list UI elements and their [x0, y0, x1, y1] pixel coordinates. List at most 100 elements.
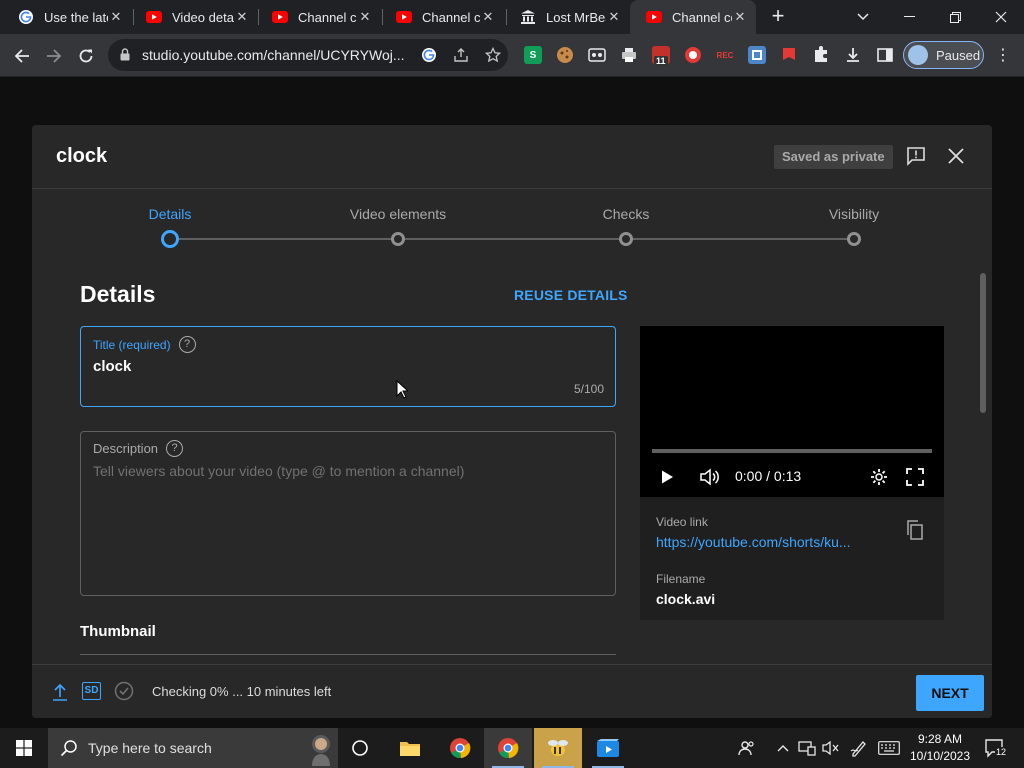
address-bar[interactable]: studio.youtube.com/channel/UCYRYWoj...	[108, 39, 508, 71]
blue-extension-icon[interactable]	[748, 46, 766, 64]
taskbar-search-input[interactable]: Type here to search	[48, 728, 338, 768]
tab-channel-2[interactable]: Channel cu ✕	[380, 0, 504, 34]
avatar	[908, 45, 928, 65]
forward-arrow-icon[interactable]	[41, 43, 67, 69]
tab-search-chevron-icon[interactable]	[840, 0, 886, 34]
windows-taskbar: Type here to search 9:28 AM 10/10/2023 1…	[0, 728, 1024, 768]
play-icon[interactable]	[659, 469, 675, 485]
download-icon[interactable]	[844, 46, 862, 64]
description-field[interactable]: Description ? Tell viewers about your vi…	[80, 431, 616, 596]
side-panel-icon[interactable]	[876, 46, 894, 64]
extension-s-icon[interactable]: S	[524, 46, 542, 64]
close-icon[interactable]	[946, 146, 966, 166]
google-g-icon	[18, 9, 34, 25]
reuse-details-button[interactable]: REUSE DETAILS	[514, 287, 628, 303]
window-minimize-icon[interactable]	[886, 0, 932, 34]
title-char-counter: 5/100	[573, 382, 604, 396]
upload-dialog: clock Saved as private Details Video ele…	[32, 125, 992, 718]
step-checks[interactable]: Checks	[603, 206, 650, 222]
window-close-icon[interactable]	[978, 0, 1024, 34]
pen-icon[interactable]	[850, 738, 868, 758]
profile-paused-button[interactable]: Paused	[903, 41, 984, 69]
tab-close-icon[interactable]: ✕	[480, 9, 496, 25]
tab-title: Use the latest	[44, 9, 108, 25]
tab-lost-mrbeast[interactable]: Lost MrBea ✕	[504, 0, 630, 34]
task-view-icon[interactable]	[336, 728, 384, 768]
description-label-text: Description	[93, 441, 159, 456]
tab-channel-1[interactable]: Channel cu ✕	[256, 0, 381, 34]
printer-extension-icon[interactable]	[620, 46, 638, 64]
details-scroll-area[interactable]: Details REUSE DETAILS Title (required) ?…	[32, 261, 992, 664]
scrollbar[interactable]	[980, 273, 986, 413]
share-icon[interactable]	[452, 46, 470, 64]
description-input[interactable]: Tell viewers about your video (type @ to…	[93, 463, 464, 479]
tab-video-details[interactable]: Video details ✕	[130, 0, 258, 34]
step-dot-details[interactable]	[161, 230, 179, 248]
windows-start-icon[interactable]	[16, 740, 32, 756]
step-dot-video-elements[interactable]	[391, 232, 405, 246]
volume-muted-icon[interactable]	[822, 738, 840, 758]
tab-title: Channel co	[672, 9, 732, 25]
cookie-extension-icon[interactable]	[556, 46, 574, 64]
chrome-active-icon[interactable]	[484, 728, 532, 768]
gear-icon[interactable]	[870, 468, 888, 486]
bee-app-icon[interactable]	[534, 728, 582, 768]
video-editor-icon[interactable]	[584, 728, 632, 768]
search-highlight-illustration-icon	[312, 735, 330, 766]
people-icon[interactable]	[738, 738, 756, 758]
tab-close-icon[interactable]: ✕	[108, 9, 124, 25]
next-button[interactable]: NEXT	[916, 675, 984, 711]
video-progress-bar[interactable]	[652, 449, 932, 453]
fullscreen-icon[interactable]	[906, 468, 924, 486]
url-text: studio.youtube.com/channel/UCYRYWoj...	[142, 47, 404, 63]
chrome-menu-icon[interactable]: ⋮	[995, 46, 1011, 66]
volume-icon[interactable]	[699, 468, 719, 486]
tab-close-icon[interactable]: ✕	[732, 9, 748, 25]
step-visibility[interactable]: Visibility	[829, 206, 879, 222]
google-lens-icon[interactable]	[420, 46, 438, 64]
tab-google[interactable]: Use the latest ✕	[2, 0, 132, 34]
help-icon[interactable]: ?	[166, 440, 184, 457]
rec-extension-icon[interactable]: REC	[716, 46, 734, 64]
search-icon	[60, 740, 77, 757]
search-placeholder: Type here to search	[88, 740, 212, 756]
notification-icon[interactable]: 12	[984, 738, 1008, 758]
tab-close-icon[interactable]: ✕	[234, 9, 250, 25]
tray-chevron-up-icon[interactable]	[774, 738, 792, 758]
title-field[interactable]: Title (required) ? clock 5/100	[80, 326, 616, 407]
taskbar-clock[interactable]: 9:28 AM 10/10/2023	[902, 731, 978, 765]
step-dot-checks[interactable]	[619, 232, 633, 246]
record-extension-icon[interactable]	[684, 46, 702, 64]
network-icon[interactable]	[798, 738, 816, 758]
reload-icon[interactable]	[73, 43, 99, 69]
back-arrow-icon[interactable]	[9, 43, 35, 69]
video-player[interactable]: 0:00 / 0:13	[640, 326, 944, 497]
keyboard-icon[interactable]	[878, 738, 900, 758]
description-field-label: Description ?	[93, 440, 184, 457]
tab-title: Lost MrBea	[546, 9, 606, 25]
video-link[interactable]: https://youtube.com/shorts/ku...	[656, 534, 876, 550]
chrome-icon[interactable]	[436, 728, 484, 768]
new-tab-plus-icon[interactable]: +	[766, 5, 790, 29]
window-restore-icon[interactable]	[932, 0, 978, 34]
title-input[interactable]: clock	[93, 358, 131, 375]
feedback-icon[interactable]	[906, 146, 926, 166]
youtube-extension-icon[interactable]	[780, 46, 798, 64]
tab-channel-content-active[interactable]: Channel co ✕	[630, 0, 756, 34]
copy-icon[interactable]	[906, 520, 924, 540]
red-extension-icon[interactable]: 11	[652, 46, 670, 66]
tab-close-icon[interactable]: ✕	[606, 9, 622, 25]
clock-date: 10/10/2023	[909, 749, 971, 763]
upload-arrow-icon	[53, 683, 67, 701]
puzzle-extensions-icon[interactable]	[812, 46, 830, 64]
step-details[interactable]: Details	[149, 206, 192, 222]
bookmark-star-icon[interactable]	[484, 46, 502, 64]
file-explorer-icon[interactable]	[386, 728, 434, 768]
step-dot-visibility[interactable]	[847, 232, 861, 246]
notification-count: 12	[995, 747, 1008, 757]
step-video-elements[interactable]: Video elements	[350, 206, 446, 222]
details-heading: Details	[80, 281, 156, 307]
tab-close-icon[interactable]: ✕	[357, 9, 373, 25]
help-icon[interactable]: ?	[178, 336, 196, 353]
picture-in-picture-icon[interactable]	[588, 46, 606, 64]
